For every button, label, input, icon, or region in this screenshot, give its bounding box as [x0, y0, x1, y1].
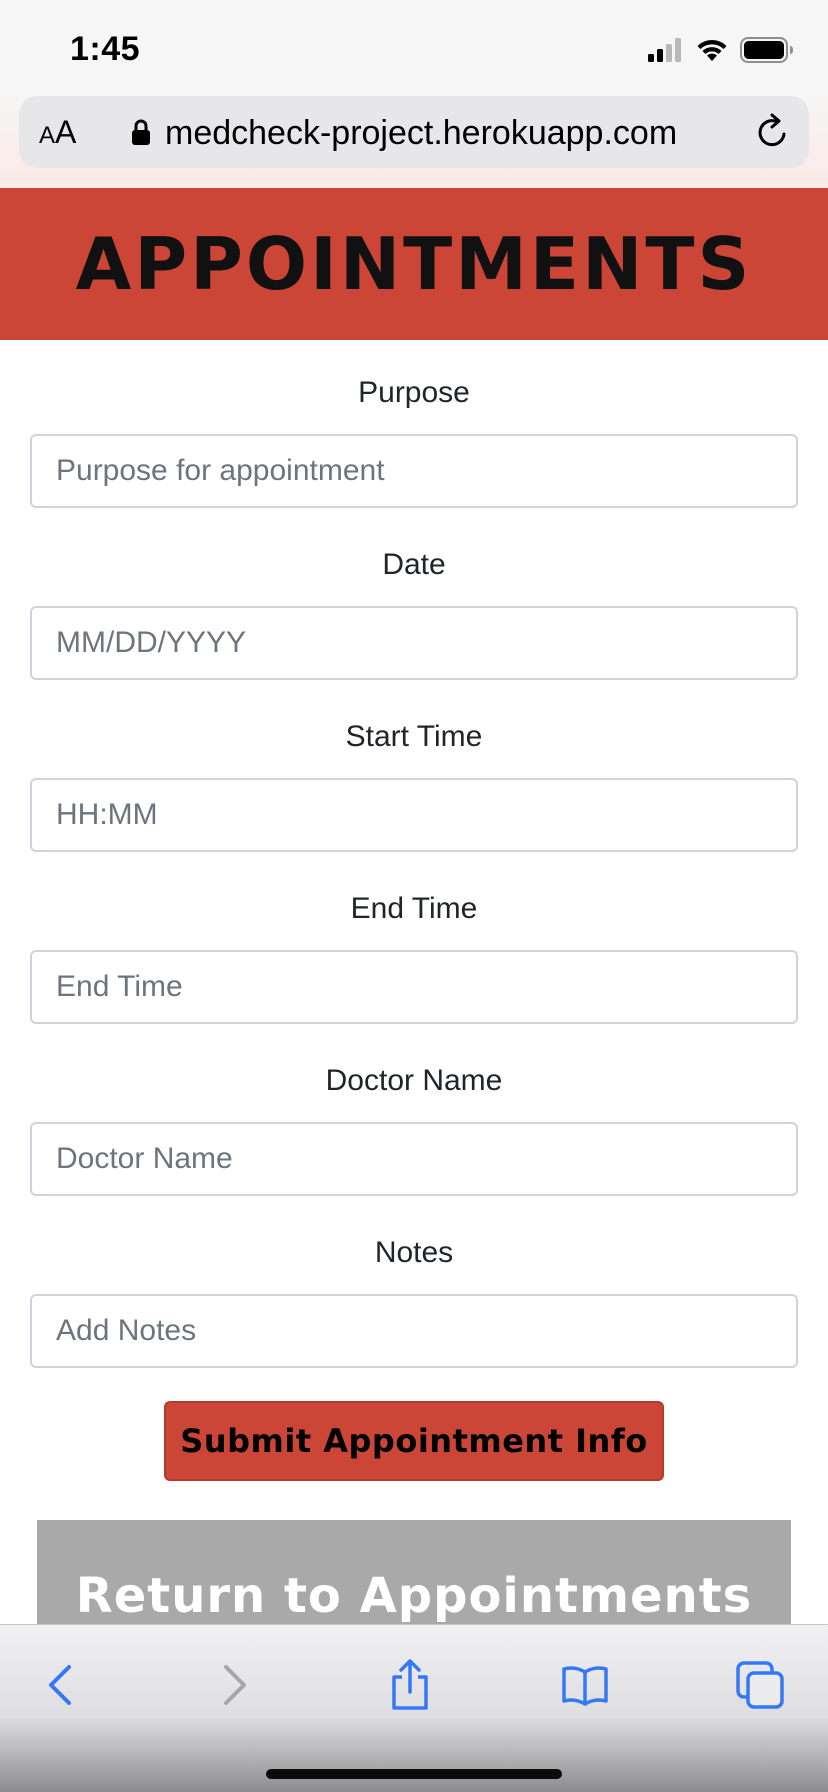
date-label: Date [382, 548, 446, 581]
start-time-input[interactable] [30, 778, 798, 852]
purpose-input[interactable] [30, 434, 798, 508]
back-button[interactable] [30, 1655, 90, 1715]
page-header: APPOINTMENTS [0, 188, 828, 340]
return-to-appointments-button[interactable]: Return to Appointments [37, 1520, 791, 1624]
bookmarks-button[interactable] [555, 1655, 615, 1715]
forward-button[interactable] [205, 1655, 265, 1715]
share-icon [392, 1659, 428, 1710]
purpose-label: Purpose [358, 376, 470, 409]
text-size-big-a: A [55, 114, 77, 150]
text-size-button[interactable]: A A [39, 114, 76, 150]
return-to-appointments-label: Return to Appointments [75, 1568, 753, 1624]
end-time-label: End Time [350, 892, 478, 925]
start-time-label: Start Time [345, 720, 483, 753]
status-time: 1:45 [70, 30, 141, 68]
submit-appointment-button[interactable]: Submit Appointment Info [164, 1401, 664, 1481]
battery-icon [740, 37, 793, 63]
tabs-icon [736, 1661, 784, 1709]
notes-label: Notes [374, 1236, 454, 1269]
home-indicator [266, 1769, 562, 1779]
doctor-name-label: Doctor Name [325, 1064, 503, 1097]
share-button[interactable] [380, 1655, 440, 1715]
page-title: APPOINTMENTS [75, 222, 753, 306]
back-icon [49, 1665, 71, 1705]
notes-input[interactable] [30, 1294, 798, 1368]
address-bar[interactable]: A A medcheck-project.herokuapp.com [19, 96, 809, 168]
doctor-name-input[interactable] [30, 1122, 798, 1196]
bookmarks-icon [562, 1666, 608, 1706]
lock-icon [132, 119, 150, 145]
status-bar: 1:45 [0, 0, 828, 92]
cellular-signal-icon [648, 38, 681, 62]
bottom-toolbar [0, 1624, 828, 1792]
browser-chrome-top: A A medcheck-project.herokuapp.com [0, 92, 828, 188]
url-text[interactable]: medcheck-project.herokuapp.com [165, 114, 677, 153]
end-time-input[interactable] [30, 950, 798, 1024]
tabs-button[interactable] [730, 1655, 790, 1715]
text-size-small-a: A [39, 122, 56, 149]
forward-icon [224, 1665, 246, 1705]
status-icons [648, 36, 794, 64]
wifi-icon [697, 39, 727, 61]
date-input[interactable] [30, 606, 798, 680]
reload-icon[interactable] [753, 112, 793, 152]
